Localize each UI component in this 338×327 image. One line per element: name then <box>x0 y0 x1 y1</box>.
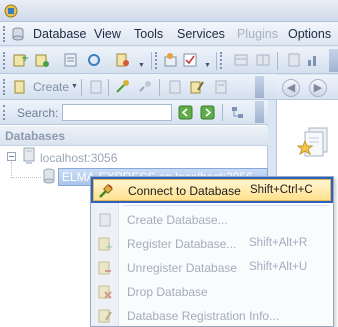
menu-database[interactable]: Database <box>33 27 87 41</box>
toolbar-overflow-2[interactable] <box>255 76 264 98</box>
db-properties-icon[interactable] <box>212 78 230 96</box>
toolbar-separator-6 <box>159 79 160 96</box>
menu-item-registration-info[interactable]: Database Registration Info... <box>93 305 331 327</box>
toolbar-separator-5 <box>108 79 109 96</box>
tree-line <box>11 162 12 178</box>
register-database-label: Register Database... <box>127 237 237 251</box>
dropdown-arrow-icon-2[interactable]: ▼ <box>204 62 211 69</box>
properties-icon[interactable] <box>166 78 184 96</box>
edit-icon[interactable] <box>87 78 105 96</box>
menu-bar: Database View Tools Services Plugins Opt… <box>0 22 338 46</box>
database-toolbar: Create ▼ <box>0 74 276 100</box>
toolbar-separator <box>151 52 152 70</box>
drop-database-icon <box>98 285 112 299</box>
app-icon <box>4 4 18 18</box>
back-icon[interactable]: ◀ <box>282 79 300 97</box>
search-input[interactable] <box>62 104 172 121</box>
search-next-icon[interactable] <box>200 105 215 120</box>
svg-text:+: + <box>21 53 29 64</box>
database-node-icon <box>43 168 55 184</box>
menu-item-register-database[interactable]: + Register Database... Shift+Alt+R <box>93 233 331 255</box>
title-bar <box>0 0 338 22</box>
unregister-database-label: Unregister Database <box>127 261 238 275</box>
menu-plugins[interactable]: Plugins <box>237 27 278 41</box>
server-icon <box>23 147 35 164</box>
grid-icon[interactable] <box>254 51 272 69</box>
server-node-label[interactable]: localhost:3056 <box>40 151 117 165</box>
search-bar: Search: <box>0 100 268 125</box>
menubar-grip[interactable] <box>3 26 6 42</box>
chart-icon[interactable] <box>304 51 322 69</box>
toolbar-grip-4[interactable] <box>3 79 6 95</box>
disconnect-icon[interactable] <box>136 78 154 96</box>
menu-separator <box>123 205 329 206</box>
database-tool-icon[interactable] <box>113 51 131 69</box>
register-database-shortcut: Shift+Alt+R <box>249 237 308 249</box>
register-database-icon: + <box>98 237 113 252</box>
create-dropdown-icon[interactable]: ▼ <box>71 83 78 90</box>
toolbar-overflow[interactable] <box>329 49 338 72</box>
report-icon[interactable] <box>285 51 303 69</box>
registration-info-icon <box>98 309 112 323</box>
document-star-icon <box>297 127 328 157</box>
table-icon[interactable] <box>232 51 250 69</box>
open-icon[interactable] <box>62 51 80 69</box>
connect-plug-icon <box>99 184 113 198</box>
checklist-icon[interactable] <box>181 51 199 69</box>
toolbar-grip[interactable] <box>3 52 6 69</box>
menu-tools[interactable]: Tools <box>134 27 163 41</box>
search-label: Search: <box>17 106 59 120</box>
sql-editor-icon[interactable] <box>162 51 180 69</box>
menu-view[interactable]: View <box>94 27 121 41</box>
register-icon[interactable] <box>33 51 51 69</box>
new-database-icon[interactable]: + <box>11 51 29 69</box>
unregister-database-icon <box>98 261 111 275</box>
connect-shortcut: Shift+Ctrl+C <box>250 184 313 196</box>
pencil-icon[interactable] <box>188 78 206 96</box>
search-overflow[interactable] <box>255 101 264 123</box>
menu-item-drop-database[interactable]: Drop Database <box>93 281 331 303</box>
refresh-icon[interactable] <box>85 51 103 69</box>
search-grip[interactable] <box>3 105 6 120</box>
create-icon <box>14 80 25 94</box>
menu-options[interactable]: Options <box>288 27 331 41</box>
menu-item-unregister-database[interactable]: Unregister Database Shift+Alt+U <box>93 257 331 279</box>
menu-services[interactable]: Services <box>177 27 225 41</box>
toolbar-separator-3 <box>277 52 278 70</box>
databases-panel-header: Databases <box>0 126 268 146</box>
tree-line-h <box>11 177 41 178</box>
drop-database-label: Drop Database <box>127 285 208 299</box>
search-prev-icon[interactable] <box>178 105 193 120</box>
dropdown-arrow-icon[interactable]: ▼ <box>138 62 145 69</box>
search-separator <box>222 104 223 121</box>
create-database-label: Create Database... <box>127 213 228 227</box>
database-app-icon <box>12 27 24 41</box>
main-toolbar: + ▼ ▼ <box>0 47 338 74</box>
context-menu: Connect to Database Shift+Ctrl+C Create … <box>90 176 334 327</box>
unregister-database-shortcut: Shift+Alt+U <box>249 261 308 273</box>
connect-icon[interactable] <box>114 78 132 96</box>
menu-item-connect-to-database[interactable]: Connect to Database Shift+Ctrl+C <box>91 177 333 203</box>
collapse-icon[interactable] <box>7 152 16 161</box>
menu-item-create-database[interactable]: Create Database... <box>93 209 331 231</box>
toolbar-grip-3[interactable] <box>220 52 223 69</box>
toolbar-grip-2[interactable] <box>155 52 158 69</box>
forward-icon[interactable]: ▶ <box>309 79 327 97</box>
databases-panel-title: Databases <box>5 129 66 143</box>
create-button[interactable]: Create <box>33 80 69 94</box>
toolbar-separator-2 <box>216 52 217 70</box>
registration-info-label: Database Registration Info... <box>127 309 280 323</box>
toolbar-separator-4 <box>81 79 82 96</box>
editor-toolbar: ◀ ▶ <box>276 75 338 100</box>
connect-label: Connect to Database <box>128 184 241 198</box>
create-database-icon <box>99 213 111 227</box>
tree-options-icon[interactable] <box>230 105 245 120</box>
svg-text:+: + <box>105 242 113 252</box>
